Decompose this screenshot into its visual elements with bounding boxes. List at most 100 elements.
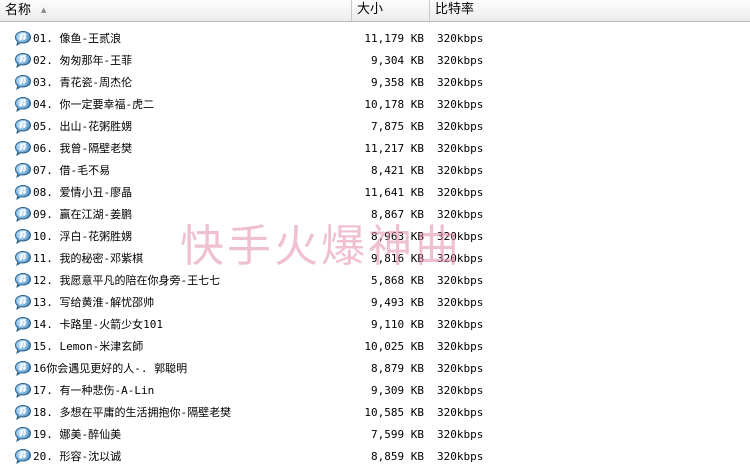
file-row[interactable]: 13. 写给黄淮-解忧邵帅 9,493 KB 320kbps (0, 292, 750, 314)
file-name: 15. Lemon-米津玄師 (33, 340, 144, 353)
file-size: 10,585 KB (364, 406, 424, 419)
column-header-size-label: 大小 (357, 2, 384, 17)
audio-file-icon (14, 206, 32, 223)
column-header-bitrate-label: 比特率 (435, 2, 475, 17)
file-bitrate: 320kbps (437, 230, 484, 243)
audio-file-icon (14, 338, 32, 355)
audio-file-icon (14, 426, 32, 443)
audio-file-icon (14, 448, 32, 465)
file-row[interactable]: 03. 青花瓷-周杰伦 9,358 KB 320kbps (0, 72, 750, 94)
file-name: 19. 娜美-醉仙美 (33, 428, 122, 441)
file-bitrate: 320kbps (437, 32, 484, 45)
file-bitrate: 320kbps (437, 340, 484, 353)
file-row[interactable]: 17. 有一种悲伤-A-Lin 9,309 KB 320kbps (0, 380, 750, 402)
audio-file-icon (14, 96, 32, 113)
sort-ascending-icon: ▲ (41, 6, 47, 14)
file-name: 05. 出山-花粥胜娚 (33, 120, 133, 133)
file-name: 14. 卡路里-火箭少女101 (33, 318, 163, 331)
file-row[interactable]: 01. 像鱼-王贰浪 11,179 KB 320kbps (0, 28, 750, 50)
file-size: 9,304 KB (371, 54, 424, 67)
file-name: 02. 匆匆那年-王菲 (33, 54, 133, 67)
audio-file-icon (14, 74, 32, 91)
file-bitrate: 320kbps (437, 296, 484, 309)
file-name: 01. 像鱼-王贰浪 (33, 32, 122, 45)
file-bitrate: 320kbps (437, 428, 484, 441)
file-size: 10,178 KB (364, 98, 424, 111)
audio-file-icon (14, 228, 32, 245)
file-row[interactable]: 16你会遇见更好的人-. 郭聪明 8,879 KB 320kbps (0, 358, 750, 380)
file-row[interactable]: 10. 浮白-花粥胜娚 8,963 KB 320kbps (0, 226, 750, 248)
audio-file-icon (14, 294, 32, 311)
audio-file-icon (14, 360, 32, 377)
file-size: 8,867 KB (371, 208, 424, 221)
file-name: 06. 我曾-隔壁老樊 (33, 142, 133, 155)
file-bitrate: 320kbps (437, 186, 484, 199)
file-row[interactable]: 09. 赢在江湖-姜鹏 8,867 KB 320kbps (0, 204, 750, 226)
file-name: 16你会遇见更好的人-. 郭聪明 (33, 362, 188, 375)
file-bitrate: 320kbps (437, 252, 484, 265)
file-bitrate: 320kbps (437, 98, 484, 111)
file-row[interactable]: 20. 形容-沈以诚 8,859 KB 320kbps (0, 446, 750, 468)
file-row[interactable]: 07. 借-毛不易 8,421 KB 320kbps (0, 160, 750, 182)
file-row[interactable]: 19. 娜美-醉仙美 7,599 KB 320kbps (0, 424, 750, 446)
audio-file-icon (14, 52, 32, 69)
file-size: 9,816 KB (371, 252, 424, 265)
file-name: 03. 青花瓷-周杰伦 (33, 76, 133, 89)
file-size: 8,963 KB (371, 230, 424, 243)
file-size: 10,025 KB (364, 340, 424, 353)
file-bitrate: 320kbps (437, 142, 484, 155)
file-bitrate: 320kbps (437, 318, 484, 331)
audio-file-icon (14, 316, 32, 333)
file-size: 11,641 KB (364, 186, 424, 199)
file-row[interactable]: 11. 我的秘密-邓紫棋 9,816 KB 320kbps (0, 248, 750, 270)
column-header-bitrate[interactable]: 比特率 (430, 0, 750, 21)
file-row[interactable]: 15. Lemon-米津玄師 10,025 KB 320kbps (0, 336, 750, 358)
column-header: 名称 ▲ 大小 比特率 (0, 0, 750, 22)
file-row[interactable]: 08. 爱情小丑-廖晶 11,641 KB 320kbps (0, 182, 750, 204)
file-row[interactable]: 06. 我曾-隔壁老樊 11,217 KB 320kbps (0, 138, 750, 160)
file-bitrate: 320kbps (437, 164, 484, 177)
file-row[interactable]: 05. 出山-花粥胜娚 7,875 KB 320kbps (0, 116, 750, 138)
file-name: 12. 我愿意平凡的陪在你身旁-王七七 (33, 274, 221, 287)
file-row[interactable]: 02. 匆匆那年-王菲 9,304 KB 320kbps (0, 50, 750, 72)
file-size: 5,868 KB (371, 274, 424, 287)
file-row[interactable]: 12. 我愿意平凡的陪在你身旁-王七七 5,868 KB 320kbps (0, 270, 750, 292)
column-header-size[interactable]: 大小 (352, 0, 430, 21)
file-size: 9,493 KB (371, 296, 424, 309)
audio-file-icon (14, 30, 32, 47)
file-name: 13. 写给黄淮-解忧邵帅 (33, 296, 155, 309)
file-name: 18. 多想在平庸的生活拥抱你-隔壁老樊 (33, 406, 232, 419)
file-name: 07. 借-毛不易 (33, 164, 111, 177)
file-bitrate: 320kbps (437, 406, 484, 419)
file-bitrate: 320kbps (437, 450, 484, 463)
file-bitrate: 320kbps (437, 362, 484, 375)
file-size: 9,110 KB (371, 318, 424, 331)
file-size: 11,217 KB (364, 142, 424, 155)
file-bitrate: 320kbps (437, 120, 484, 133)
file-name: 20. 形容-沈以诚 (33, 450, 122, 463)
file-list: 01. 像鱼-王贰浪 11,179 KB 320kbps 02. 匆匆那年-王菲 9,3… (0, 28, 750, 468)
audio-file-icon (14, 162, 32, 179)
file-size: 8,859 KB (371, 450, 424, 463)
file-row[interactable]: 14. 卡路里-火箭少女101 9,110 KB 320kbps (0, 314, 750, 336)
file-size: 9,309 KB (371, 384, 424, 397)
file-bitrate: 320kbps (437, 208, 484, 221)
audio-file-icon (14, 272, 32, 289)
file-bitrate: 320kbps (437, 54, 484, 67)
audio-file-icon (14, 382, 32, 399)
audio-file-icon (14, 118, 32, 135)
file-name: 08. 爱情小丑-廖晶 (33, 186, 133, 199)
file-name: 04. 你一定要幸福-虎二 (33, 98, 155, 111)
file-bitrate: 320kbps (437, 76, 484, 89)
column-header-name-label: 名称 (5, 3, 32, 18)
file-row[interactable]: 18. 多想在平庸的生活拥抱你-隔壁老樊 10,585 KB 320kbps (0, 402, 750, 424)
audio-file-icon (14, 404, 32, 421)
audio-file-icon (14, 140, 32, 157)
column-header-name[interactable]: 名称 ▲ (0, 0, 352, 21)
file-name: 10. 浮白-花粥胜娚 (33, 230, 133, 243)
file-size: 9,358 KB (371, 76, 424, 89)
file-size: 7,875 KB (371, 120, 424, 133)
file-bitrate: 320kbps (437, 274, 484, 287)
audio-file-icon (14, 250, 32, 267)
file-row[interactable]: 04. 你一定要幸福-虎二 10,178 KB 320kbps (0, 94, 750, 116)
